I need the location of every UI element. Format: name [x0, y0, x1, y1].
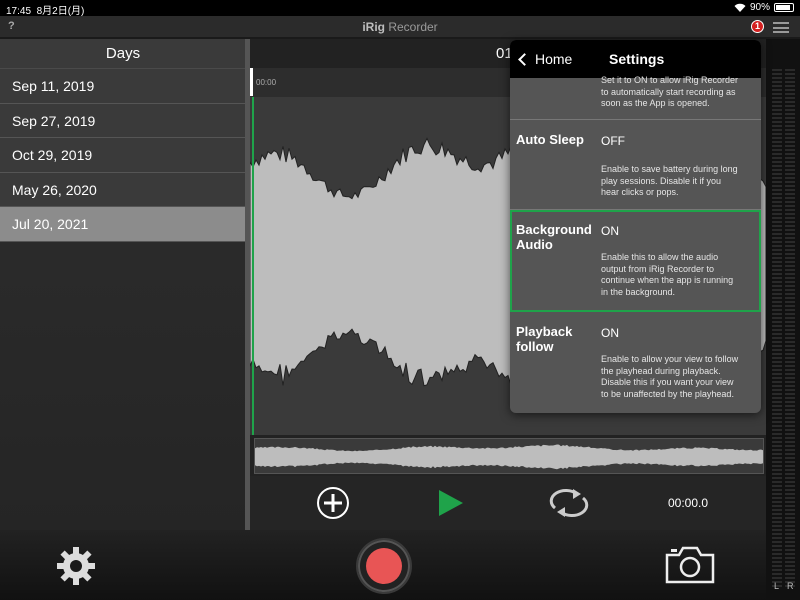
meter-right-bar: [785, 69, 795, 589]
setting-name: Playback follow: [516, 324, 573, 354]
setting-row-autostart[interactable]: Set it to ON to allow iRig Recorder to a…: [510, 75, 761, 120]
record-dot: [366, 548, 402, 584]
transport-bar: 00:00.0: [250, 476, 766, 530]
battery-percent: 90%: [749, 2, 770, 13]
setting-description: Enable this to allow the audio output fr…: [601, 252, 734, 297]
setting-row-background-audio[interactable]: Background Audio ON Enable this to allow…: [510, 210, 761, 312]
back-label: Home: [535, 51, 573, 67]
back-button[interactable]: Home: [516, 51, 572, 67]
setting-value[interactable]: ON: [601, 224, 619, 238]
add-marker-button[interactable]: [316, 486, 350, 520]
status-bar: 17:45 8月2日(月) 90%: [0, 0, 800, 17]
notification-badge[interactable]: 1: [751, 20, 764, 33]
meter-left-bar: [772, 69, 782, 589]
settings-nav-bar: Home Settings: [510, 40, 761, 78]
status-time: 17:45 8月2日(月): [6, 6, 85, 17]
day-item[interactable]: Sep 11, 2019: [0, 69, 246, 104]
play-button[interactable]: [436, 488, 466, 518]
overview-graphic: [255, 444, 763, 470]
day-item[interactable]: Oct 29, 2019: [0, 138, 246, 173]
playhead[interactable]: [252, 97, 254, 435]
status-right: 90%: [734, 2, 794, 13]
meter-left-label: L: [774, 581, 780, 591]
loop-icon[interactable]: [547, 486, 591, 520]
meter-right-label: R: [787, 581, 794, 591]
settings-list[interactable]: Set it to ON to allow iRig Recorder to a…: [510, 75, 761, 413]
timecode-display: 00:00.0: [668, 496, 709, 510]
wifi-icon: [734, 3, 746, 12]
timeline-start-label: 00:00: [256, 78, 277, 87]
level-meter: L R: [766, 39, 800, 600]
bottom-toolbar: [0, 530, 766, 600]
days-header: Days: [0, 39, 246, 69]
title-bar: ? iRig Recorder 1: [0, 16, 800, 38]
day-item-selected[interactable]: Jul 20, 2021: [0, 207, 246, 242]
record-button[interactable]: [356, 538, 412, 594]
day-item[interactable]: May 26, 2020: [0, 172, 246, 207]
setting-description: Set it to ON to allow iRig Recorder to a…: [601, 75, 739, 108]
days-panel: Days Sep 11, 2019 Sep 27, 2019 Oct 29, 2…: [0, 39, 246, 530]
setting-name: Background Audio: [516, 222, 592, 252]
setting-value[interactable]: ON: [601, 326, 619, 340]
setting-value[interactable]: OFF: [601, 134, 625, 148]
start-marker[interactable]: [250, 68, 253, 96]
chevron-left-icon: [518, 52, 531, 66]
settings-popover: Home Settings Set it to ON to allow iRig…: [510, 40, 761, 413]
overview-waveform[interactable]: [254, 438, 764, 474]
camera-icon[interactable]: [664, 545, 716, 585]
setting-row-playback-follow[interactable]: Playback follow ON Enable to allow your …: [510, 312, 761, 413]
setting-description: Enable to save battery during long play …: [601, 164, 738, 197]
gear-icon[interactable]: [55, 545, 97, 587]
setting-description: Enable to allow your view to follow the …: [601, 354, 739, 399]
app-title: iRig Recorder: [362, 20, 438, 34]
setting-name: Auto Sleep: [516, 132, 584, 147]
menu-icon[interactable]: [773, 22, 789, 33]
settings-title: Settings: [609, 51, 665, 67]
day-item[interactable]: Sep 27, 2019: [0, 103, 246, 138]
setting-row-auto-sleep[interactable]: Auto Sleep OFF Enable to save battery du…: [510, 120, 761, 210]
battery-icon: [774, 3, 794, 12]
